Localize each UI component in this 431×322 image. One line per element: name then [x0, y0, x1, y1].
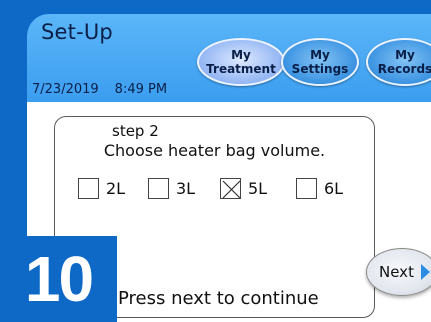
- my-settings-line1: My: [310, 48, 330, 62]
- checkbox-2l[interactable]: [78, 178, 99, 199]
- checkbox-6l[interactable]: [296, 178, 317, 199]
- option-3l[interactable]: 3L: [148, 178, 195, 199]
- option-2l[interactable]: 2L: [78, 178, 125, 199]
- option-5l[interactable]: 5L: [220, 178, 267, 199]
- next-button[interactable]: Next: [366, 248, 431, 296]
- checkbox-5l[interactable]: [220, 178, 241, 199]
- option-6l[interactable]: 6L: [296, 178, 343, 199]
- checkbox-3l[interactable]: [148, 178, 169, 199]
- my-records-button[interactable]: My Records: [366, 38, 431, 86]
- right-arrow-icon: [420, 264, 430, 280]
- step-label: step 2: [108, 122, 163, 140]
- status-message: Press next to continue: [118, 288, 319, 309]
- my-settings-button[interactable]: My Settings: [281, 38, 359, 86]
- my-settings-line2: Settings: [291, 62, 349, 76]
- date-time: 7/23/2019 8:49 PM: [32, 82, 167, 97]
- step-number-badge: 10: [0, 236, 117, 322]
- time-label: 8:49 PM: [114, 82, 168, 97]
- my-records-line1: My: [395, 48, 415, 62]
- my-treatment-button[interactable]: My Treatment: [197, 38, 285, 86]
- option-5l-label: 5L: [248, 179, 268, 198]
- next-button-label: Next: [379, 263, 414, 281]
- my-records-line2: Records: [377, 62, 431, 76]
- my-treatment-line1: My: [231, 48, 251, 62]
- my-treatment-line2: Treatment: [206, 62, 276, 76]
- checkmark-x-icon: [222, 180, 241, 199]
- date-label: 7/23/2019: [32, 82, 99, 97]
- option-3l-label: 3L: [176, 179, 196, 198]
- option-2l-label: 2L: [106, 179, 126, 198]
- screen-title: Set-Up: [41, 20, 113, 44]
- option-6l-label: 6L: [324, 179, 344, 198]
- step-prompt: Choose heater bag volume.: [103, 141, 326, 160]
